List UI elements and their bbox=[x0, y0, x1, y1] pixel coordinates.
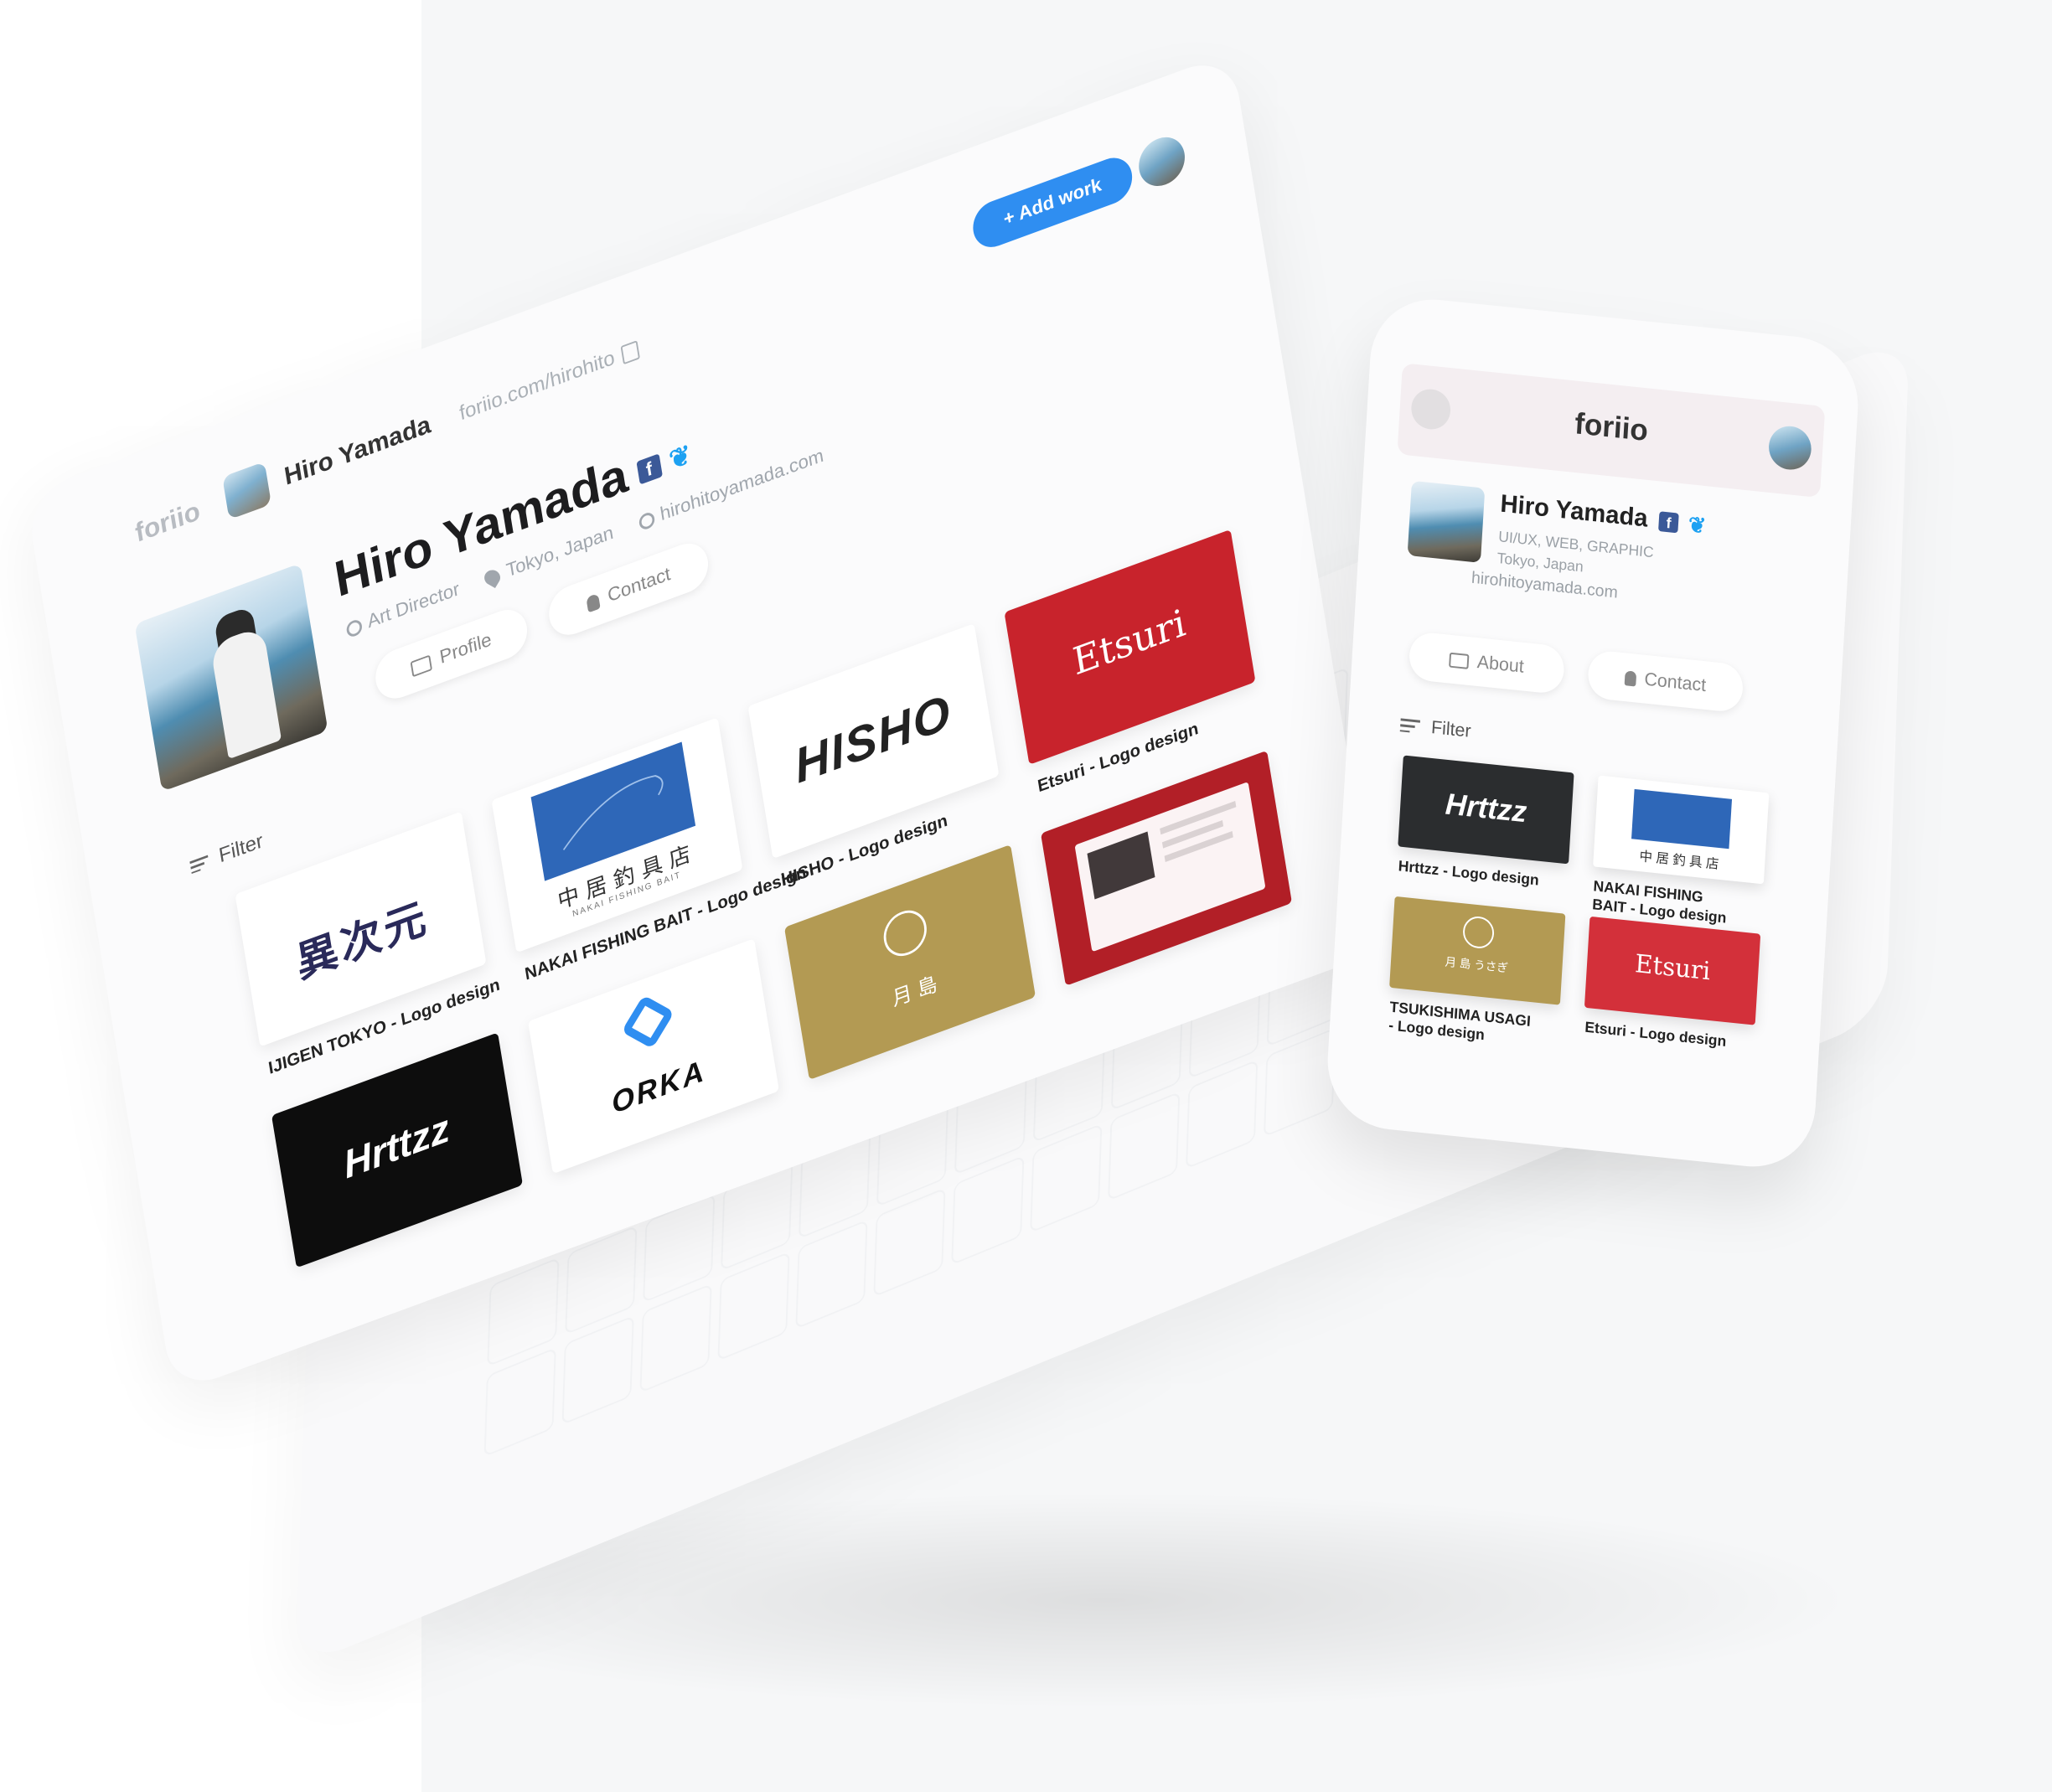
phone-screen: foriio Hiro Yamada f ❦ UI/UX, WEB, GRAPHIC… bbox=[1324, 293, 1862, 1173]
phone-caption-hrttzz[interactable]: Hrttzz - Logo design bbox=[1398, 856, 1539, 889]
phone-website[interactable]: hirohitoyamada.com bbox=[1471, 569, 1618, 603]
filter-icon bbox=[189, 855, 210, 875]
work-card-web[interactable] bbox=[1041, 750, 1292, 986]
phone-caption-tsukishima[interactable]: TSUKISHIMA USAGI - Logo design bbox=[1388, 998, 1532, 1049]
profile-url-text: foriio.com/hirohito bbox=[457, 345, 617, 426]
rabbit-icon bbox=[880, 904, 930, 963]
work-card-orka[interactable]: ORKA bbox=[528, 938, 779, 1175]
header-name: Hiro Yamada bbox=[282, 409, 433, 491]
phone-profile-photo bbox=[1407, 480, 1486, 563]
ijigen-logo: 異次元 bbox=[292, 891, 432, 989]
profile-photo bbox=[134, 563, 328, 792]
phone-about-button[interactable]: About bbox=[1408, 631, 1566, 695]
location-pin-icon bbox=[481, 566, 504, 588]
orka-logo: ORKA bbox=[609, 1054, 709, 1121]
foriio-logo[interactable]: foriio bbox=[133, 496, 202, 550]
copy-icon[interactable] bbox=[620, 340, 641, 365]
phone-about-label: About bbox=[1476, 651, 1525, 677]
phone-nakai-logo: 中 居 釣 具 店 bbox=[1639, 850, 1719, 872]
phone-facebook-icon[interactable]: f bbox=[1658, 511, 1679, 534]
phone-rabbit-icon bbox=[1462, 915, 1496, 950]
work-card-etsuri[interactable]: Etsuri bbox=[1004, 529, 1256, 765]
phone-contact-label: Contact bbox=[1643, 668, 1707, 696]
phone-hrttzz-logo: Hrttzz bbox=[1444, 786, 1528, 829]
web-screenshot bbox=[1074, 782, 1266, 953]
etsuri-logo: Etsuri bbox=[1069, 601, 1189, 684]
filter-label: Filter bbox=[217, 828, 265, 868]
add-work-button[interactable]: + Add work bbox=[969, 151, 1136, 254]
work-card-hisho[interactable]: HISHO bbox=[747, 623, 1000, 860]
phone-work-card-etsuri[interactable]: Etsuri bbox=[1584, 916, 1761, 1025]
phone-filter-label: Filter bbox=[1430, 716, 1472, 741]
hand-icon bbox=[1624, 670, 1637, 687]
id-card-icon bbox=[1449, 652, 1470, 670]
profile-url: foriio.com/hirohito bbox=[457, 337, 641, 426]
phone-work-card-tsukishima[interactable]: 月 島 うさぎ bbox=[1389, 896, 1566, 1005]
phone-profile-name-text: Hiro Yamada bbox=[1499, 489, 1649, 533]
phone-work-card-hrttzz[interactable]: Hrttzz bbox=[1398, 755, 1574, 865]
phone-work-card-nakai[interactable]: 中 居 釣 具 店 bbox=[1593, 775, 1770, 885]
hrttzz-logo: Hrttzz bbox=[340, 1105, 452, 1187]
twitter-icon[interactable]: ❦ bbox=[667, 440, 697, 477]
contact-button-label: Contact bbox=[606, 563, 672, 607]
phone-twitter-icon[interactable]: ❦ bbox=[1688, 512, 1717, 540]
header-avatar bbox=[222, 461, 271, 520]
phone-filter-button[interactable]: Filter bbox=[1399, 713, 1472, 741]
phone-etsuri-logo: Etsuri bbox=[1634, 949, 1712, 987]
filter-button[interactable]: Filter bbox=[189, 829, 265, 879]
work-card-tsukishima[interactable]: 月 島 bbox=[784, 844, 1036, 1080]
phone-contact-button[interactable]: Contact bbox=[1586, 649, 1744, 714]
user-avatar[interactable] bbox=[1135, 130, 1189, 194]
facebook-icon[interactable]: f bbox=[636, 453, 663, 485]
globe-icon bbox=[638, 510, 656, 531]
person-icon bbox=[345, 617, 364, 639]
phone-top-bar: foriio bbox=[1397, 363, 1826, 498]
hand-icon bbox=[585, 592, 601, 613]
orka-mark-icon bbox=[621, 994, 675, 1049]
phone-foriio-logo[interactable]: foriio bbox=[1399, 388, 1824, 467]
phone-caption-etsuri[interactable]: Etsuri - Logo design bbox=[1584, 1018, 1727, 1051]
filter-icon bbox=[1399, 718, 1420, 734]
work-card-hrttzz[interactable]: Hrttzz bbox=[271, 1032, 523, 1268]
hisho-logo: HISHO bbox=[791, 684, 956, 794]
phone-tsukishima-logo: 月 島 うさぎ bbox=[1445, 954, 1509, 975]
id-card-icon bbox=[410, 654, 432, 678]
phone-nakai-mark bbox=[1631, 788, 1733, 850]
profile-button-label: Profile bbox=[438, 628, 494, 669]
